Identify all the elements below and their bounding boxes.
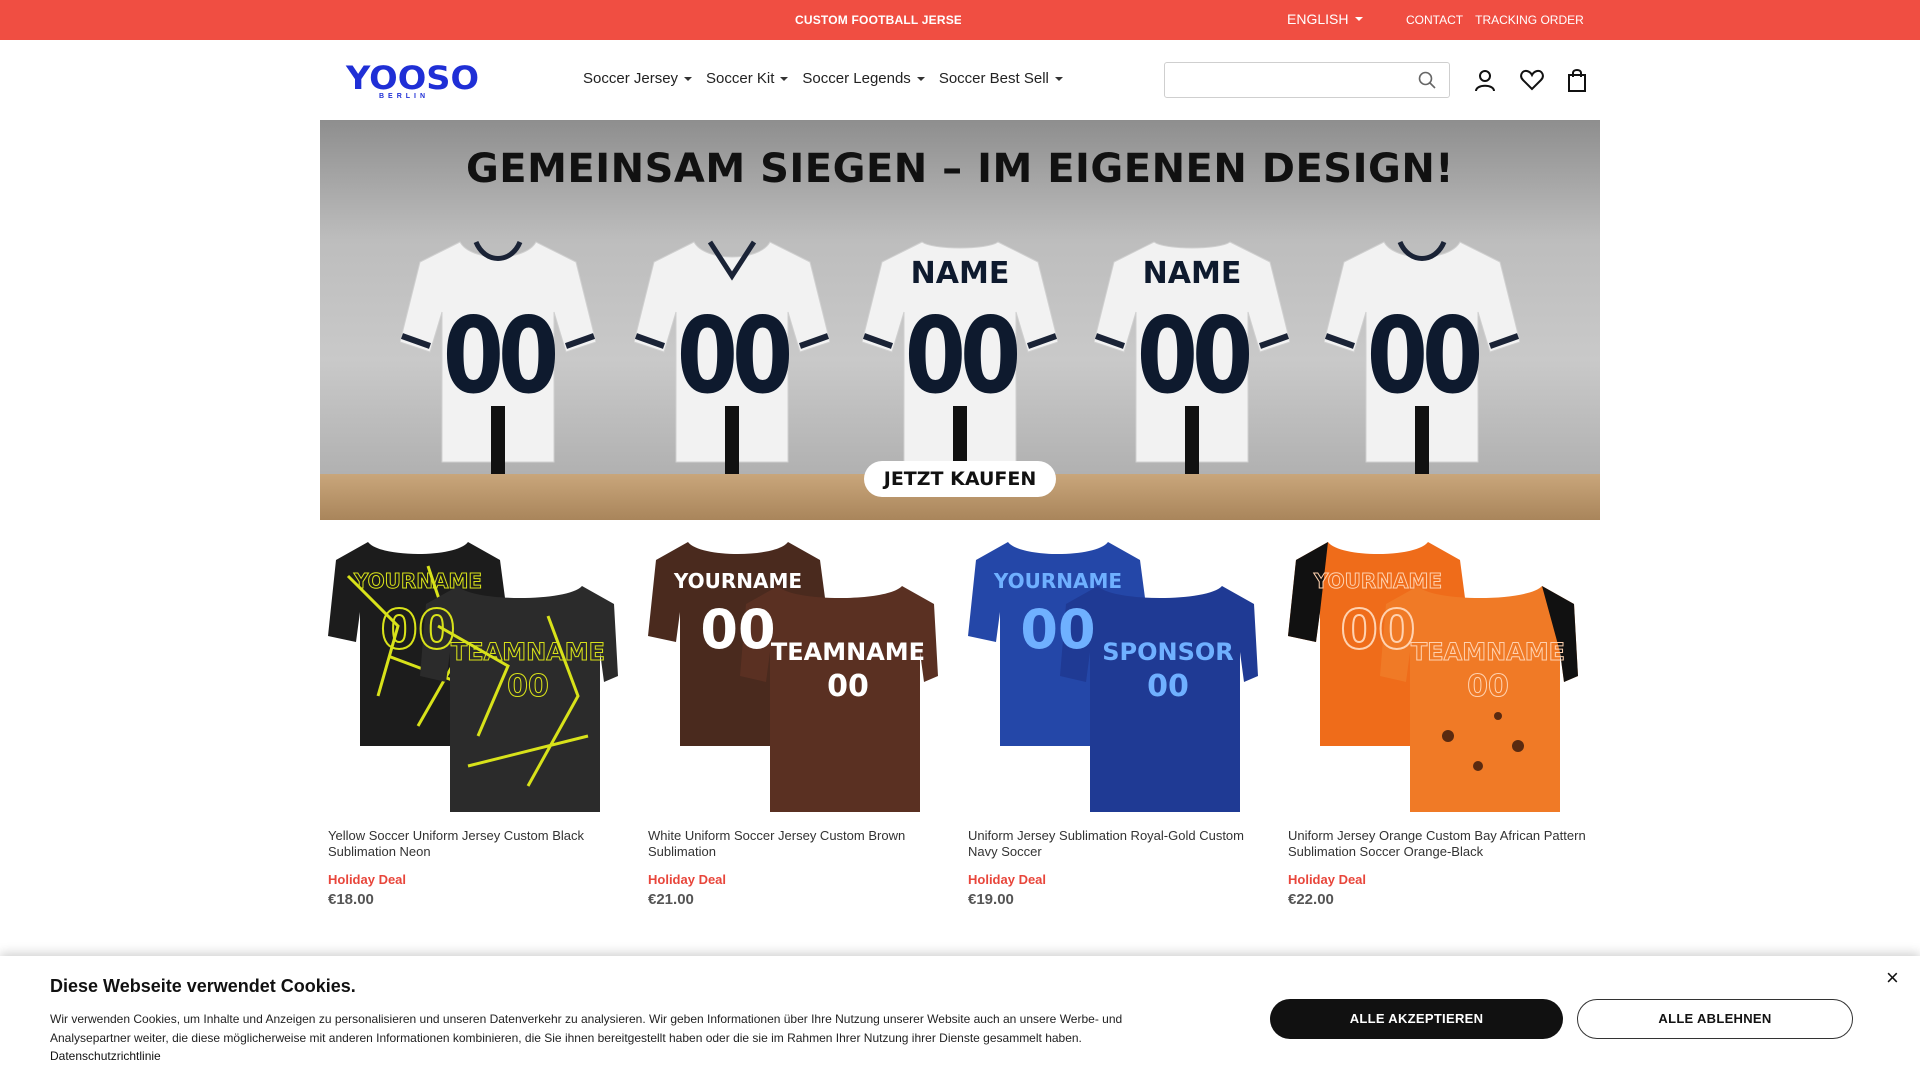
- search-icon[interactable]: [1417, 70, 1437, 90]
- nav-soccer-jersey[interactable]: Soccer Jersey: [583, 70, 693, 87]
- svg-text:00: 00: [1467, 669, 1509, 704]
- product-jersey-image: YOURNAME 00 TEAMNAME 00: [648, 542, 938, 812]
- product-jersey-image: YOURNAME 00 TEAMNAME 00: [1288, 542, 1578, 812]
- svg-text:SPONSOR: SPONSOR: [1102, 638, 1234, 666]
- top-links: CONTACT TRACKING ORDER: [1406, 13, 1584, 27]
- product-price: €22.00: [1288, 891, 1334, 908]
- deal-badge: Holiday Deal: [648, 872, 727, 887]
- deal-badge: Holiday Deal: [1288, 872, 1367, 887]
- nav-soccer-kit[interactable]: Soccer Kit: [706, 70, 789, 87]
- announcement-bar: CUSTOM FOOTBALL JERSEY ENGLISH CONTACT T…: [0, 0, 1920, 40]
- mannequin-stand: [1185, 406, 1199, 476]
- product-price: €21.00: [648, 891, 694, 908]
- search-input[interactable]: [1165, 63, 1405, 97]
- chevron-down-icon: [684, 76, 693, 81]
- nav-label: Soccer Best Sell: [938, 70, 1049, 87]
- contact-link[interactable]: CONTACT: [1406, 13, 1463, 27]
- product-card[interactable]: YOURNAME 00 SPONSOR 00 Uniform Jersey Su…: [960, 530, 1280, 914]
- jersey-name: NAME: [910, 256, 1010, 291]
- hero-banner[interactable]: GEMEINSAM SIEGEN – IM EIGENEN DESIGN! 00…: [320, 120, 1600, 520]
- product-title[interactable]: Uniform Jersey Orange Custom Bay African…: [1288, 828, 1592, 862]
- close-icon[interactable]: ×: [1886, 967, 1899, 989]
- jersey-number: 00: [1366, 293, 1483, 418]
- product-title[interactable]: White Uniform Soccer Jersey Custom Brown…: [648, 828, 952, 862]
- svg-text:YOURNAME: YOURNAME: [993, 569, 1122, 593]
- privacy-policy-link[interactable]: Datenschutzrichtlinie: [50, 1049, 161, 1063]
- nav-soccer-legends[interactable]: Soccer Legends: [802, 70, 925, 87]
- product-title[interactable]: Yellow Soccer Uniform Jersey Custom Blac…: [328, 828, 632, 862]
- cart-bag-icon[interactable]: [1564, 67, 1590, 93]
- svg-text:00: 00: [507, 669, 549, 704]
- product-image[interactable]: YOURNAME 00 TEAMNAME 00: [648, 536, 938, 816]
- product-image[interactable]: YOURNAME 00 SPONSOR 00: [968, 536, 1258, 816]
- promo-text: CUSTOM FOOTBALL JERSEY: [795, 13, 961, 27]
- accept-all-button[interactable]: ALLE AKZEPTIEREN: [1270, 999, 1563, 1039]
- deal-badge: Holiday Deal: [328, 872, 407, 887]
- product-jersey-image: YOURNAME 00 SPONSOR 00: [968, 542, 1258, 812]
- svg-text:00: 00: [700, 598, 775, 661]
- product-price: €19.00: [968, 891, 1014, 908]
- product-grid: YOURNAME 00 TEAMNAME 00 Yellow Soccer Un…: [320, 530, 1600, 914]
- nav-soccer-best-sell[interactable]: Soccer Best Sell: [939, 70, 1063, 87]
- svg-text:00: 00: [1340, 598, 1415, 661]
- deal-badge: Holiday Deal: [968, 872, 1047, 887]
- product-card[interactable]: YOURNAME 00 TEAMNAME 00 Yellow Soccer Un…: [320, 530, 640, 914]
- mannequin-stand: [725, 406, 739, 476]
- product-image[interactable]: YOURNAME 00 TEAMNAME 00: [1288, 536, 1578, 816]
- product-jersey-image: YOURNAME 00 TEAMNAME 00: [328, 542, 618, 812]
- cookie-text: Wir verwenden Cookies, um Inhalte und An…: [50, 1012, 1123, 1045]
- search-box: [1164, 62, 1450, 98]
- main-nav: Soccer Jersey Soccer Kit Soccer Legends …: [583, 70, 1063, 87]
- shop-now-button[interactable]: JETZT KAUFEN: [864, 461, 1056, 497]
- svg-text:TEAMNAME: TEAMNAME: [1411, 638, 1565, 666]
- svg-text:YOURNAME: YOURNAME: [673, 569, 802, 593]
- svg-text:00: 00: [1020, 598, 1095, 661]
- wishlist-heart-icon[interactable]: [1519, 67, 1545, 93]
- svg-text:YOURNAME: YOURNAME: [1313, 569, 1442, 593]
- jersey-number: 00: [442, 293, 559, 418]
- jersey-name: NAME: [1142, 256, 1242, 291]
- product-card[interactable]: YOURNAME 00 TEAMNAME 00 Uniform Jersey O…: [1280, 530, 1600, 914]
- cookie-banner: Diese Webseite verwendet Cookies. Wir ve…: [0, 956, 1920, 1080]
- jersey-number: 00: [904, 293, 1021, 418]
- chevron-down-icon: [780, 76, 789, 81]
- jersey-number: 00: [1136, 293, 1253, 418]
- language-selector[interactable]: ENGLISH: [1287, 11, 1364, 27]
- jersey-number: 00: [676, 293, 793, 418]
- logo-brand: YOOSO: [346, 59, 480, 97]
- cookie-title: Diese Webseite verwendet Cookies.: [50, 976, 356, 996]
- reject-all-button[interactable]: ALLE ABLEHNEN: [1577, 999, 1853, 1039]
- svg-text:TEAMNAME: TEAMNAME: [451, 638, 605, 666]
- nav-label: Soccer Legends: [802, 70, 911, 87]
- nav-label: Soccer Kit: [706, 70, 775, 87]
- svg-text:00: 00: [827, 669, 869, 704]
- product-title[interactable]: Uniform Jersey Sublimation Royal-Gold Cu…: [968, 828, 1272, 862]
- svg-text:00: 00: [1147, 669, 1189, 704]
- product-card[interactable]: YOURNAME 00 TEAMNAME 00 White Uniform So…: [640, 530, 960, 914]
- language-label: ENGLISH: [1287, 11, 1349, 27]
- site-header: YOOSO BERLIN Soccer Jersey Soccer Kit So…: [0, 40, 1920, 120]
- tracking-order-link[interactable]: TRACKING ORDER: [1475, 13, 1584, 27]
- product-price: €18.00: [328, 891, 374, 908]
- svg-text:00: 00: [380, 598, 455, 661]
- mannequin-stand: [1415, 406, 1429, 476]
- chevron-down-icon: [1355, 17, 1364, 21]
- mannequin-stand: [491, 406, 505, 476]
- chevron-down-icon: [916, 76, 925, 81]
- svg-text:YOURNAME: YOURNAME: [353, 569, 482, 593]
- chevron-down-icon: [1054, 76, 1063, 81]
- svg-text:TEAMNAME: TEAMNAME: [771, 638, 925, 666]
- nav-label: Soccer Jersey: [583, 70, 679, 87]
- logo[interactable]: YOOSO BERLIN: [346, 62, 479, 102]
- hero-headline: GEMEINSAM SIEGEN – IM EIGENEN DESIGN!: [465, 146, 1455, 192]
- product-image[interactable]: YOURNAME 00 TEAMNAME 00: [328, 536, 618, 816]
- account-icon[interactable]: [1472, 67, 1498, 93]
